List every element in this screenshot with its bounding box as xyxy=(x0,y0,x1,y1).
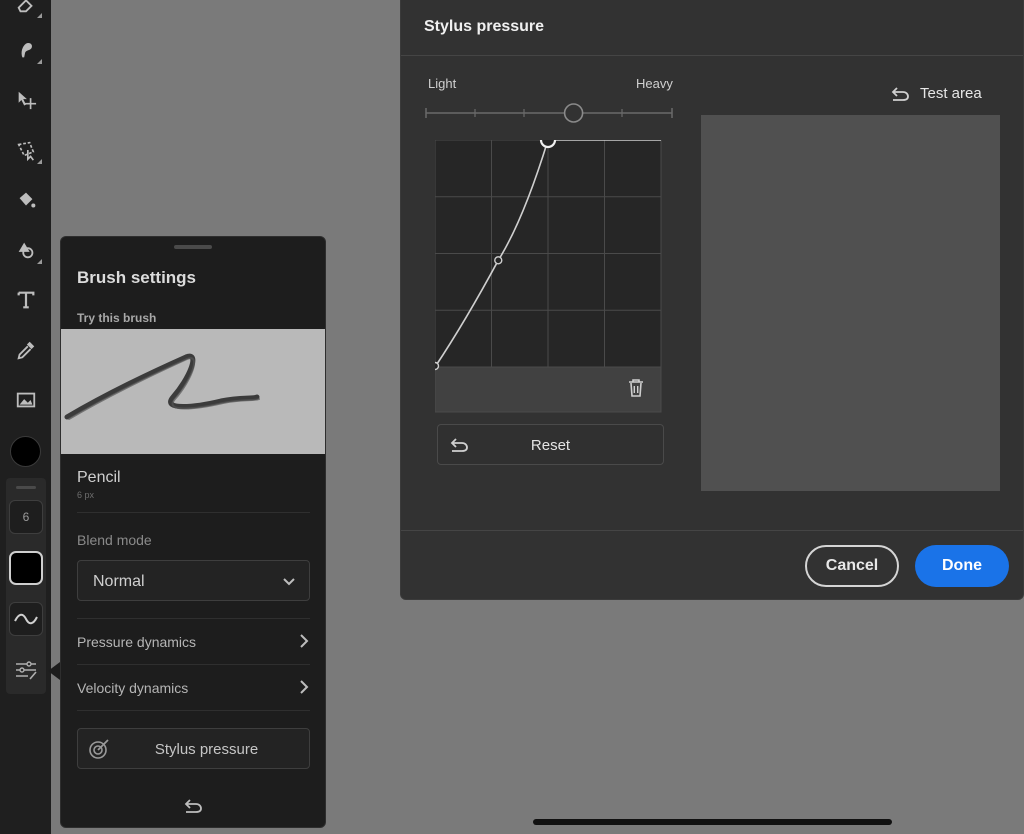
cancel-button[interactable]: Cancel xyxy=(805,545,899,587)
tool-options-indicator xyxy=(37,159,42,164)
shape-tool-button[interactable] xyxy=(10,234,42,266)
brush-options-group: 6 xyxy=(6,478,46,694)
brush-style-button[interactable] xyxy=(9,602,43,636)
chevron-right-icon xyxy=(300,634,309,648)
blend-mode-select[interactable]: Normal xyxy=(77,560,310,601)
light-label: Light xyxy=(428,76,457,91)
eraser-tool-button[interactable] xyxy=(10,0,42,20)
brush-name: Pencil xyxy=(77,469,121,486)
panel-pointer xyxy=(48,662,60,680)
chevron-down-icon xyxy=(283,578,295,586)
divider xyxy=(401,530,1023,531)
eraser-icon xyxy=(17,0,33,13)
velocity-dynamics-row[interactable]: Velocity dynamics xyxy=(77,678,310,702)
lasso-tool-button[interactable] xyxy=(10,134,42,166)
smudge-tool-button[interactable] xyxy=(10,34,42,66)
divider xyxy=(77,710,310,711)
divider xyxy=(77,618,310,619)
try-brush-label: Try this brush xyxy=(77,311,157,325)
curve-point[interactable] xyxy=(494,256,503,265)
blend-mode-value: Normal xyxy=(93,573,145,590)
smudge-icon xyxy=(21,42,32,58)
blend-mode-label: Blend mode xyxy=(77,532,152,548)
brush-settings-panel: Brush settings Try this brush Pencil 6 p… xyxy=(60,236,326,828)
stylus-pressure-button[interactable]: Stylus pressure xyxy=(77,728,310,769)
stylus-pressure-dialog: Stylus pressure Light Heavy Reset Test a… xyxy=(400,0,1024,600)
text-tool-button[interactable] xyxy=(10,284,42,316)
test-area-label: Test area xyxy=(920,85,982,102)
move-icon xyxy=(18,91,37,110)
velocity-dynamics-label: Velocity dynamics xyxy=(77,680,189,696)
move-tool-button[interactable] xyxy=(10,84,42,116)
brush-stroke-preview xyxy=(64,353,260,420)
divider xyxy=(77,512,310,513)
pressure-slider[interactable] xyxy=(423,100,675,126)
tool-options-indicator xyxy=(37,259,42,264)
fill-tool-button[interactable] xyxy=(10,184,42,216)
home-indicator xyxy=(533,819,892,825)
reset-icon xyxy=(891,86,909,101)
eyedropper-icon xyxy=(17,341,35,360)
lasso-icon xyxy=(17,141,35,161)
divider xyxy=(77,664,310,665)
reset-label: Reset xyxy=(530,437,571,454)
wave-icon xyxy=(14,613,38,625)
reset-curve-button[interactable]: Reset xyxy=(437,424,664,465)
panel-drag-handle[interactable] xyxy=(174,245,212,249)
reset-icon[interactable] xyxy=(183,799,203,813)
trash-icon[interactable] xyxy=(627,378,645,398)
curve-point[interactable] xyxy=(435,361,440,371)
group-grip[interactable] xyxy=(16,486,36,489)
stylus-pressure-label: Stylus pressure xyxy=(154,741,259,758)
brush-settings-button[interactable] xyxy=(9,653,43,687)
curve-point-selected[interactable] xyxy=(539,140,557,149)
image-icon xyxy=(16,392,36,408)
pressure-curve-editor[interactable] xyxy=(435,140,662,413)
left-toolbar: 6 xyxy=(0,0,51,834)
brush-color-swatch[interactable] xyxy=(9,551,43,585)
chevron-right-icon xyxy=(300,680,309,694)
dialog-title: Stylus pressure xyxy=(424,18,545,35)
pressure-dynamics-row[interactable]: Pressure dynamics xyxy=(77,632,310,656)
slider-thumb[interactable] xyxy=(563,103,584,123)
brush-size-label: 6 px xyxy=(77,490,95,500)
brush-preview-canvas[interactable] xyxy=(61,329,325,454)
divider xyxy=(401,55,1023,56)
test-area-header[interactable]: Test area xyxy=(890,85,982,102)
done-button[interactable]: Done xyxy=(915,545,1009,587)
fill-icon xyxy=(19,192,36,208)
heavy-label: Heavy xyxy=(636,76,673,91)
image-tool-button[interactable] xyxy=(10,384,42,416)
test-area-canvas[interactable] xyxy=(701,115,1000,491)
pressure-dynamics-label: Pressure dynamics xyxy=(77,634,197,650)
tool-options-indicator xyxy=(37,59,42,64)
brush-size-button[interactable]: 6 xyxy=(9,500,43,534)
sliders-icon xyxy=(16,661,37,680)
text-icon xyxy=(17,291,35,309)
primary-color-swatch[interactable] xyxy=(10,436,41,467)
panel-title: Brush settings xyxy=(77,268,197,287)
eyedropper-tool-button[interactable] xyxy=(10,334,42,366)
shape-icon xyxy=(18,242,34,259)
tool-options-indicator xyxy=(37,13,42,18)
